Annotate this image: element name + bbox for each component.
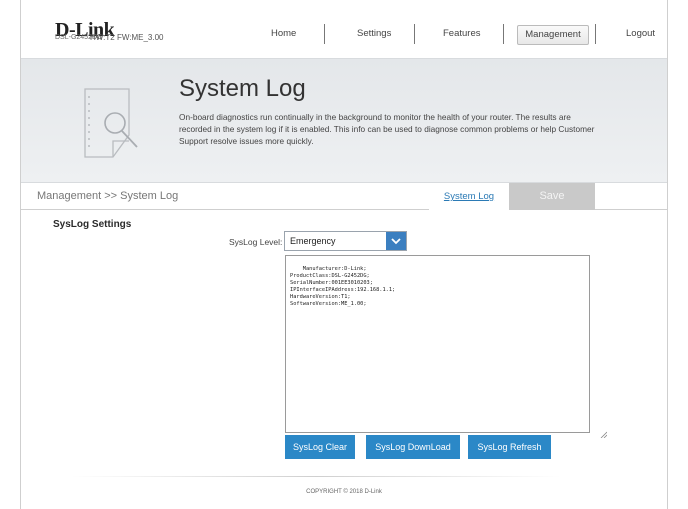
nav-divider xyxy=(324,24,325,44)
breadcrumb: Management >> System Log xyxy=(37,190,179,202)
nav-divider xyxy=(503,24,504,44)
nav-management[interactable]: Management xyxy=(517,25,589,45)
hardware-firmware-version: HW:T2 FW:ME_3.00 xyxy=(90,33,164,42)
syslog-clear-button[interactable]: SysLog Clear xyxy=(285,435,355,459)
syslog-textarea[interactable]: Manufacturer:D-Link; ProductClass:DSL-G2… xyxy=(285,255,608,439)
copyright: COPYRIGHT © 2018 D-Link xyxy=(306,489,382,495)
page-banner: System Log On-board diagnostics run cont… xyxy=(21,58,667,183)
chevron-down-icon[interactable] xyxy=(386,232,406,250)
save-button[interactable]: Save xyxy=(509,183,595,210)
section-title: SysLog Settings xyxy=(53,219,132,230)
syslog-download-button[interactable]: SysLog DownLoad xyxy=(366,435,460,459)
nav-divider xyxy=(595,24,596,44)
page-description: On-board diagnostics run continually in … xyxy=(179,112,595,146)
nav-logout[interactable]: Logout xyxy=(626,28,655,39)
syslog-refresh-button[interactable]: SysLog Refresh xyxy=(468,435,551,459)
nav-settings[interactable]: Settings xyxy=(357,28,391,39)
footer-divider xyxy=(71,476,561,477)
document-search-icon xyxy=(79,85,149,170)
syslog-level-label: SysLog Level: xyxy=(229,237,283,247)
page-frame: D-Link DSL-G2452DG HW:T2 FW:ME_3.00 Home… xyxy=(20,0,668,509)
nav-divider xyxy=(414,24,415,44)
breadcrumb-bar: Management >> System Log System Log Save xyxy=(21,183,667,210)
top-navigation: D-Link DSL-G2452DG HW:T2 FW:ME_3.00 Home… xyxy=(21,0,667,58)
page-title: System Log xyxy=(179,75,306,102)
resize-handle-icon[interactable] xyxy=(581,424,608,439)
syslog-level-select[interactable]: Emergency xyxy=(284,231,407,251)
nav-home[interactable]: Home xyxy=(271,28,296,39)
tab-system-log[interactable]: System Log xyxy=(429,183,509,210)
syslog-level-value: Emergency xyxy=(290,236,336,246)
nav-features[interactable]: Features xyxy=(443,28,481,39)
syslog-text: Manufacturer:D-Link; ProductClass:DSL-G2… xyxy=(290,266,396,307)
